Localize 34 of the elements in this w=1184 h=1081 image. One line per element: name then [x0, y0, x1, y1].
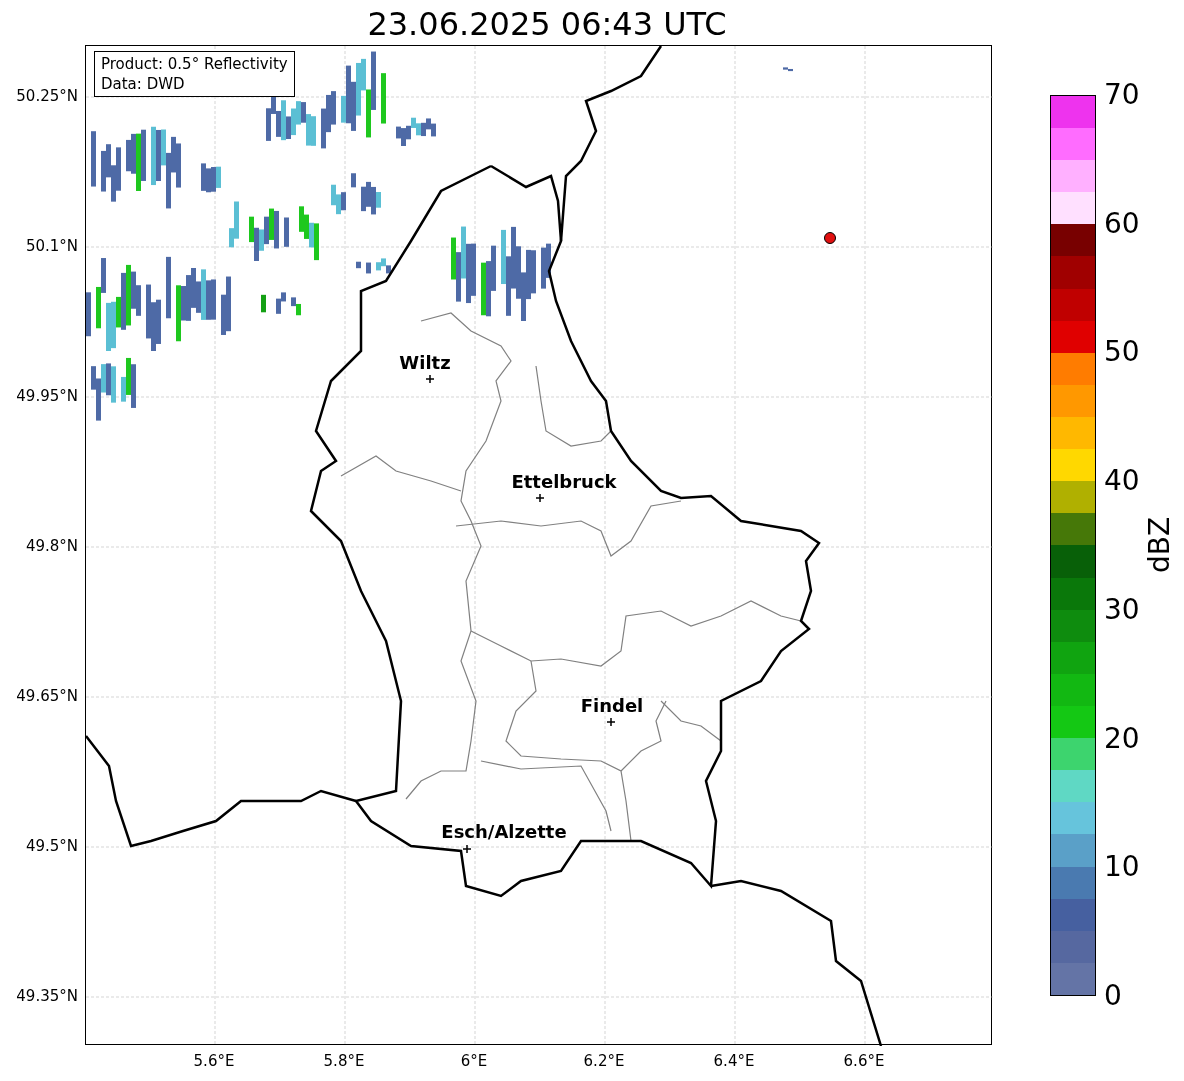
latitude-tick-label: 49.65°N [16, 685, 78, 707]
city-marker-icon [535, 493, 545, 503]
city-label: Ettelbruck [511, 473, 617, 491]
colorbar-tick-label: 20 [1104, 724, 1140, 753]
colorbar-tick-label: 30 [1104, 595, 1140, 624]
longitude-tick-label: 6.2°E [583, 1051, 625, 1072]
latitude-tick-label: 49.35°N [16, 985, 78, 1007]
radar-site-dot [824, 232, 836, 244]
chart-title: 23.06.2025 06:43 UTC [367, 4, 727, 44]
city-marker-icon [462, 844, 472, 854]
colorbar-tick-label: 10 [1104, 853, 1140, 882]
city-label: Esch/Alzette [441, 823, 567, 841]
city-label: Wiltz [399, 354, 451, 372]
city-label: Findel [580, 697, 644, 715]
colorbar-tick-label: 40 [1104, 467, 1140, 496]
latitude-tick-label: 49.8°N [25, 535, 78, 557]
latitude-tick-label: 50.1°N [25, 235, 78, 257]
longitude-tick-label: 5.6°E [193, 1051, 235, 1072]
latitude-tick-label: 49.95°N [16, 385, 78, 407]
colorbar-tick-label: 50 [1104, 338, 1140, 367]
city-marker-icon [425, 374, 435, 384]
longitude-tick-label: 6°E [460, 1051, 488, 1072]
info-text: Product: 0.5° Reflectivity [101, 54, 288, 74]
latitude-tick-label: 50.25°N [16, 85, 78, 107]
colorbar-label: dBZ [1146, 516, 1174, 574]
longitude-tick-label: 6.6°E [843, 1051, 885, 1072]
colorbar-tick-label: 60 [1104, 209, 1140, 238]
colorbar-tick-label: 70 [1104, 81, 1140, 109]
latitude-tick-label: 49.5°N [25, 835, 78, 857]
colorbar-tick-label: 0 [1104, 982, 1122, 1010]
city-marker-icon [606, 717, 616, 727]
info-text: Data: DWD [101, 74, 186, 94]
longitude-tick-label: 5.8°E [323, 1051, 365, 1072]
longitude-tick-label: 6.4°E [713, 1051, 755, 1072]
